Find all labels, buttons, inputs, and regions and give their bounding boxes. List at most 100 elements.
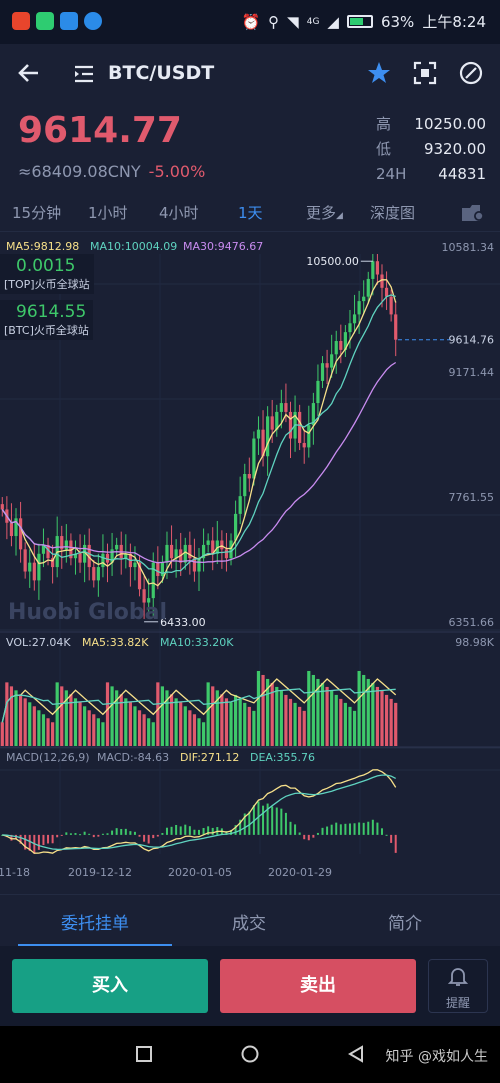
back-triangle-icon[interactable] xyxy=(346,1044,366,1064)
volume-label: 24H xyxy=(376,165,407,183)
macd-histogram-bar xyxy=(51,834,54,844)
battery-fill xyxy=(349,18,363,25)
dif-line xyxy=(2,769,397,854)
macd-histogram-bar xyxy=(88,833,91,835)
volume-bar xyxy=(371,682,375,746)
vol-ma5-legend: MA5:33.82K xyxy=(82,636,149,649)
macd-histogram-bar xyxy=(92,834,95,838)
macd-value: MACD:-84.63 xyxy=(97,751,170,764)
tab-more[interactable]: 更多◢ xyxy=(306,202,343,223)
sell-button[interactable]: 卖出 xyxy=(220,959,416,1013)
volume-bar xyxy=(375,686,380,746)
volume-bar xyxy=(183,706,187,746)
tab-4hour[interactable]: 4小时 xyxy=(159,202,199,223)
candle-body xyxy=(9,522,14,537)
candle-body xyxy=(394,314,398,340)
last-price: 9614.77 xyxy=(18,110,182,151)
star-favorite-icon[interactable] xyxy=(366,60,392,86)
candle-body xyxy=(37,553,41,581)
volume-bar xyxy=(252,710,256,746)
recents-icon[interactable] xyxy=(134,1044,154,1064)
macd-histogram-bar xyxy=(175,824,178,835)
macd-histogram-bar xyxy=(101,833,104,835)
macd-histogram-bar xyxy=(294,824,297,835)
tab-trades[interactable]: 成交 xyxy=(232,909,266,934)
volume-bar xyxy=(83,706,87,746)
signal-icon: ◢ xyxy=(327,12,339,31)
tab-1day[interactable]: 1天 xyxy=(238,202,263,223)
tab-15min[interactable]: 15分钟 xyxy=(12,202,61,223)
macd-histogram-bar xyxy=(69,833,72,835)
candle-body xyxy=(229,540,233,559)
volume-bar xyxy=(9,686,14,746)
y-tick-label: 10581.34 xyxy=(442,241,495,254)
candle-body xyxy=(256,429,261,439)
cny-price-line: ≈68409.08CNY -5.00% xyxy=(18,162,205,181)
volume-bar xyxy=(380,690,384,746)
price-alert-button[interactable]: 提醒 xyxy=(428,959,488,1013)
fullscreen-icon[interactable] xyxy=(412,60,438,86)
candle-body xyxy=(371,261,375,279)
vol-ma10-legend: MA10:33.20K xyxy=(160,636,234,649)
bell-icon xyxy=(447,968,469,986)
candle-body xyxy=(302,442,306,448)
x-tick-label: 11-18 xyxy=(0,866,30,879)
volume-bar xyxy=(14,690,18,746)
chart-settings-icon[interactable] xyxy=(460,202,486,224)
x-tick-label: 2020-01-05 xyxy=(168,866,232,879)
candle-body xyxy=(0,504,4,510)
wifi-icon: ◥ xyxy=(287,12,299,31)
x-tick-label: 2020-01-29 xyxy=(268,866,332,879)
macd-histogram-bar xyxy=(42,834,45,846)
candle-body xyxy=(366,278,370,297)
volume-bar xyxy=(18,694,23,746)
volume-bar xyxy=(247,706,251,746)
candle-body xyxy=(238,496,242,514)
dropdown-caret-icon: ◢ xyxy=(336,211,343,221)
candle-body xyxy=(92,567,96,581)
volume-bar xyxy=(101,722,105,746)
candle-body xyxy=(284,403,288,412)
volume-bar xyxy=(160,686,165,746)
trading-pair[interactable]: BTC/USDT xyxy=(108,62,214,84)
tab-more-label: 更多 xyxy=(306,204,337,222)
vol-legend: VOL:27.04K xyxy=(6,636,71,649)
market-list-icon[interactable] xyxy=(72,62,96,86)
tab-depth-chart[interactable]: 深度图 xyxy=(370,202,415,223)
volume-bar xyxy=(256,670,261,746)
macd-histogram-bar xyxy=(330,824,333,835)
macd-histogram-bar xyxy=(284,812,287,835)
app-notification-icon xyxy=(12,12,30,30)
indicator-settings-icon[interactable] xyxy=(458,60,484,86)
volume-bar xyxy=(142,714,146,746)
macd-histogram-bar xyxy=(390,834,393,843)
kline-chart[interactable]: 10581.34 9614.76 9171.44 7761.55 6351.66 1050… xyxy=(0,234,500,884)
volume-bar xyxy=(343,702,347,746)
macd-histogram-bar xyxy=(376,822,379,835)
y-tick-label: 9171.44 xyxy=(449,366,495,379)
macd-histogram-bar xyxy=(193,829,196,835)
macd-histogram-bar xyxy=(152,834,155,839)
macd-histogram-bar xyxy=(335,822,338,835)
volume-bar xyxy=(5,682,9,746)
high-row: 高 10250.00 xyxy=(376,112,486,137)
macd-histogram-bar xyxy=(188,826,191,835)
macd-histogram-bar xyxy=(358,822,361,835)
volume-bar xyxy=(320,682,325,746)
macd-histogram-bar xyxy=(198,829,200,835)
home-icon[interactable] xyxy=(240,1044,260,1064)
tab-1hour[interactable]: 1小时 xyxy=(88,202,128,223)
battery-icon xyxy=(346,15,373,28)
macd-histogram-bar xyxy=(353,823,356,835)
buy-button[interactable]: 买入 xyxy=(12,959,208,1013)
volume-bar xyxy=(224,698,229,746)
back-arrow-icon[interactable] xyxy=(14,58,44,88)
volume-bar xyxy=(298,706,302,746)
tab-intro[interactable]: 简介 xyxy=(388,909,422,934)
tab-open-orders[interactable]: 委托挂单 xyxy=(61,909,129,934)
candle-body xyxy=(133,562,137,568)
volume-bar xyxy=(0,722,4,746)
macd-histogram-bar xyxy=(37,834,40,850)
macd-histogram-bar xyxy=(275,807,278,835)
candle-body xyxy=(101,553,105,568)
